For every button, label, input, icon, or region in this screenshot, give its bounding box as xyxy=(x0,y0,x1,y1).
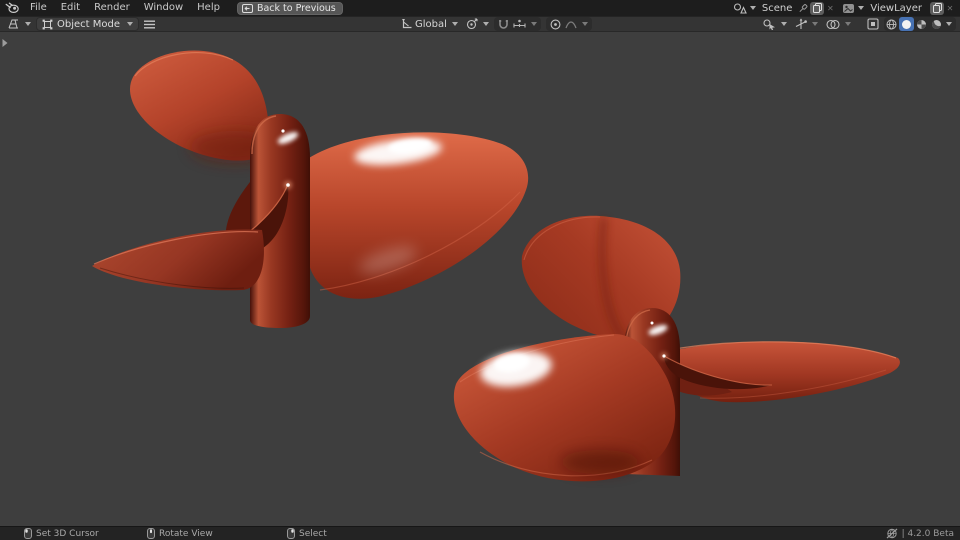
version-label: | 4.2.0 Beta xyxy=(901,528,954,539)
shading-wireframe-button[interactable] xyxy=(884,17,899,31)
mouse-right-icon xyxy=(287,528,295,539)
chevron-down-icon xyxy=(845,22,851,26)
unlink-scene-icon[interactable]: ✕ xyxy=(824,4,836,13)
editor-type-button[interactable] xyxy=(4,17,34,31)
toolbar-expand-arrow[interactable] xyxy=(1,38,9,48)
solid-sphere-icon xyxy=(902,19,911,29)
shading-mode-group xyxy=(884,17,956,31)
rendered-sphere-icon xyxy=(931,19,941,29)
menu-edit[interactable]: Edit xyxy=(54,0,87,16)
overlays-icon xyxy=(826,19,840,29)
overlays-dropdown[interactable] xyxy=(823,17,854,31)
mouse-left-icon xyxy=(24,528,32,539)
chevron-down-icon xyxy=(25,22,31,26)
chevron-down-icon xyxy=(812,22,818,26)
topbar: File Edit Render Window Help Back to Pre… xyxy=(0,0,960,16)
network-offline-icon[interactable] xyxy=(886,528,898,539)
blender-logo-icon[interactable] xyxy=(5,2,20,14)
material-sphere-icon xyxy=(917,19,926,29)
wireframe-sphere-icon xyxy=(886,19,897,29)
viewlayer-selector[interactable]: ViewLayer ✕ xyxy=(842,1,956,15)
blender-window: File Edit Render Window Help Back to Pre… xyxy=(0,0,960,540)
viewport-3d[interactable] xyxy=(0,32,960,526)
mouse-middle-icon xyxy=(147,528,155,539)
shading-material-button[interactable] xyxy=(914,17,929,31)
pivot-point-icon xyxy=(466,18,478,30)
object-mode-icon xyxy=(42,19,53,29)
viewlayer-name: ViewLayer xyxy=(870,2,922,14)
orientation-label: Global xyxy=(415,18,447,30)
hint-label: Select xyxy=(299,528,327,539)
keymap-hint: Rotate View xyxy=(147,528,213,539)
viewport-canvas[interactable] xyxy=(0,32,960,526)
snap-increment-icon xyxy=(513,19,526,27)
menu-window[interactable]: Window xyxy=(137,0,190,16)
chevron-down-icon xyxy=(530,22,537,26)
magnet-icon xyxy=(499,19,508,29)
proportional-edit-group xyxy=(545,17,592,31)
menu-file[interactable]: File xyxy=(23,0,54,16)
gizmo-icon xyxy=(795,18,807,29)
viewport-header: Object Mode Global xyxy=(0,16,960,32)
shading-solid-button[interactable] xyxy=(899,17,914,31)
chevron-down-icon xyxy=(482,22,489,26)
toggle-xray-button[interactable] xyxy=(864,17,882,31)
chevron-down-icon xyxy=(581,22,588,26)
xray-icon xyxy=(867,18,879,30)
viewport-menus-collapsed-button[interactable] xyxy=(141,17,158,31)
hint-label: Set 3D Cursor xyxy=(36,528,99,539)
shading-rendered-button[interactable] xyxy=(929,17,944,31)
snap-to-dropdown[interactable] xyxy=(511,17,539,31)
scene-name: Scene xyxy=(761,2,793,14)
chevron-down-icon xyxy=(127,22,133,26)
gizmos-dropdown[interactable] xyxy=(792,17,821,31)
mode-label: Object Mode xyxy=(57,18,120,30)
keymap-hint: Select xyxy=(287,528,327,539)
keymap-hint: Set 3D Cursor xyxy=(24,528,99,539)
snap-toggle[interactable] xyxy=(496,17,511,31)
remove-viewlayer-icon[interactable]: ✕ xyxy=(944,4,956,13)
proportional-editing-toggle[interactable] xyxy=(548,17,563,31)
statusbar: Set 3D Cursor Rotate View Select | 4.2.0… xyxy=(0,526,960,540)
new-viewlayer-button[interactable] xyxy=(930,1,944,15)
viewlayer-icon xyxy=(843,3,855,13)
pin-icon[interactable] xyxy=(798,3,808,14)
chevron-down-icon xyxy=(451,22,458,26)
duplicate-icon xyxy=(812,3,822,13)
mode-selector[interactable]: Object Mode xyxy=(36,17,139,31)
object-type-visibility-dropdown[interactable] xyxy=(760,17,790,31)
hamburger-menu-icon xyxy=(144,20,155,28)
orientation-global-icon xyxy=(402,19,412,29)
snapping-group xyxy=(493,17,541,31)
scene-icon xyxy=(733,2,747,14)
new-scene-button[interactable] xyxy=(810,1,825,15)
back-to-previous-label: Back to Previous xyxy=(256,2,336,14)
back-to-previous-button[interactable]: Back to Previous xyxy=(236,1,343,15)
menu-help[interactable]: Help xyxy=(190,0,227,16)
editor-3d-viewport-icon xyxy=(8,19,18,29)
falloff-curve-icon xyxy=(565,21,577,29)
menu-render[interactable]: Render xyxy=(87,0,137,16)
pivot-point-dropdown[interactable] xyxy=(463,17,492,31)
hint-label: Rotate View xyxy=(159,528,213,539)
chevron-down-icon xyxy=(781,22,787,26)
proportional-editing-icon xyxy=(550,19,561,29)
duplicate-icon xyxy=(932,3,942,13)
transform-orientation-dropdown[interactable]: Global xyxy=(398,17,461,31)
back-screen-icon xyxy=(241,3,253,13)
scene-selector[interactable]: Scene ✕ xyxy=(733,1,837,15)
proportional-falloff-dropdown[interactable] xyxy=(563,17,590,31)
chevron-down-icon[interactable] xyxy=(946,22,952,26)
visibility-pointer-icon xyxy=(763,18,775,30)
